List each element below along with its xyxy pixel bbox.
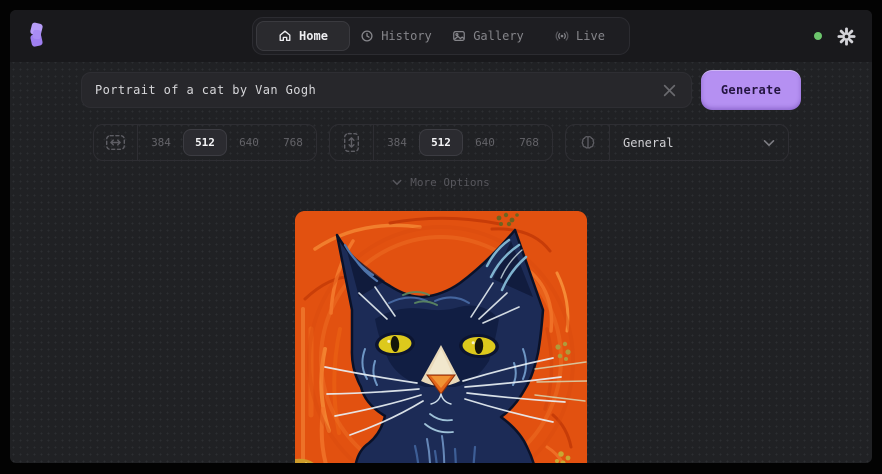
home-icon bbox=[278, 29, 292, 43]
brain-icon bbox=[566, 125, 610, 160]
settings-gear-icon[interactable] bbox=[837, 27, 856, 46]
tab-live[interactable]: Live bbox=[534, 21, 626, 51]
controls-row: 384 512 640 768 384 512 640 768 bbox=[10, 124, 872, 161]
width-options: 384 512 640 768 bbox=[138, 125, 316, 160]
clear-prompt-icon[interactable] bbox=[661, 82, 678, 99]
prompt-input-wrap bbox=[81, 72, 692, 108]
tab-label: Live bbox=[576, 29, 605, 43]
model-selected-value: General bbox=[623, 136, 674, 150]
history-icon bbox=[360, 29, 374, 43]
main-nav: Home History Gallery bbox=[252, 17, 630, 55]
height-arrows-icon bbox=[330, 125, 374, 160]
height-option-384[interactable]: 384 bbox=[375, 129, 419, 156]
tab-history[interactable]: History bbox=[350, 21, 442, 51]
app-window: Home History Gallery bbox=[10, 10, 872, 463]
height-option-640[interactable]: 640 bbox=[463, 129, 507, 156]
width-option-512-selected[interactable]: 512 bbox=[183, 129, 227, 156]
tab-gallery[interactable]: Gallery bbox=[442, 21, 534, 51]
height-selector-group: 384 512 640 768 bbox=[329, 124, 553, 161]
generate-button[interactable]: Generate bbox=[701, 70, 801, 110]
screenshot-frame: Home History Gallery bbox=[0, 0, 882, 474]
width-selector-group: 384 512 640 768 bbox=[93, 124, 317, 161]
van-gogh-cat-painting bbox=[295, 211, 587, 463]
model-selector-group: General bbox=[565, 124, 789, 161]
tab-home[interactable]: Home bbox=[256, 21, 350, 51]
tab-label: History bbox=[381, 29, 432, 43]
header-right-cluster bbox=[814, 27, 856, 46]
status-online-dot bbox=[814, 32, 822, 40]
height-options: 384 512 640 768 bbox=[374, 125, 552, 160]
width-option-768[interactable]: 768 bbox=[271, 129, 315, 156]
chevron-down-icon bbox=[763, 139, 775, 147]
height-option-512-selected[interactable]: 512 bbox=[419, 129, 463, 156]
height-option-768[interactable]: 768 bbox=[507, 129, 551, 156]
generated-image[interactable] bbox=[295, 211, 587, 463]
prompt-input[interactable] bbox=[95, 83, 661, 97]
width-option-384[interactable]: 384 bbox=[139, 129, 183, 156]
more-options-toggle[interactable]: More Options bbox=[10, 175, 872, 190]
tab-label: Gallery bbox=[473, 29, 524, 43]
model-dropdown[interactable]: General bbox=[610, 125, 788, 160]
gallery-icon bbox=[452, 29, 466, 43]
header-bar: Home History Gallery bbox=[10, 10, 872, 62]
more-options-label: More Options bbox=[410, 176, 489, 189]
width-option-640[interactable]: 640 bbox=[227, 129, 271, 156]
width-arrows-icon bbox=[94, 125, 138, 160]
app-logo-icon[interactable] bbox=[26, 21, 48, 51]
broadcast-icon bbox=[555, 29, 569, 43]
prompt-row: Generate bbox=[10, 69, 872, 111]
tab-label: Home bbox=[299, 29, 328, 43]
chevron-down-icon bbox=[392, 179, 402, 186]
